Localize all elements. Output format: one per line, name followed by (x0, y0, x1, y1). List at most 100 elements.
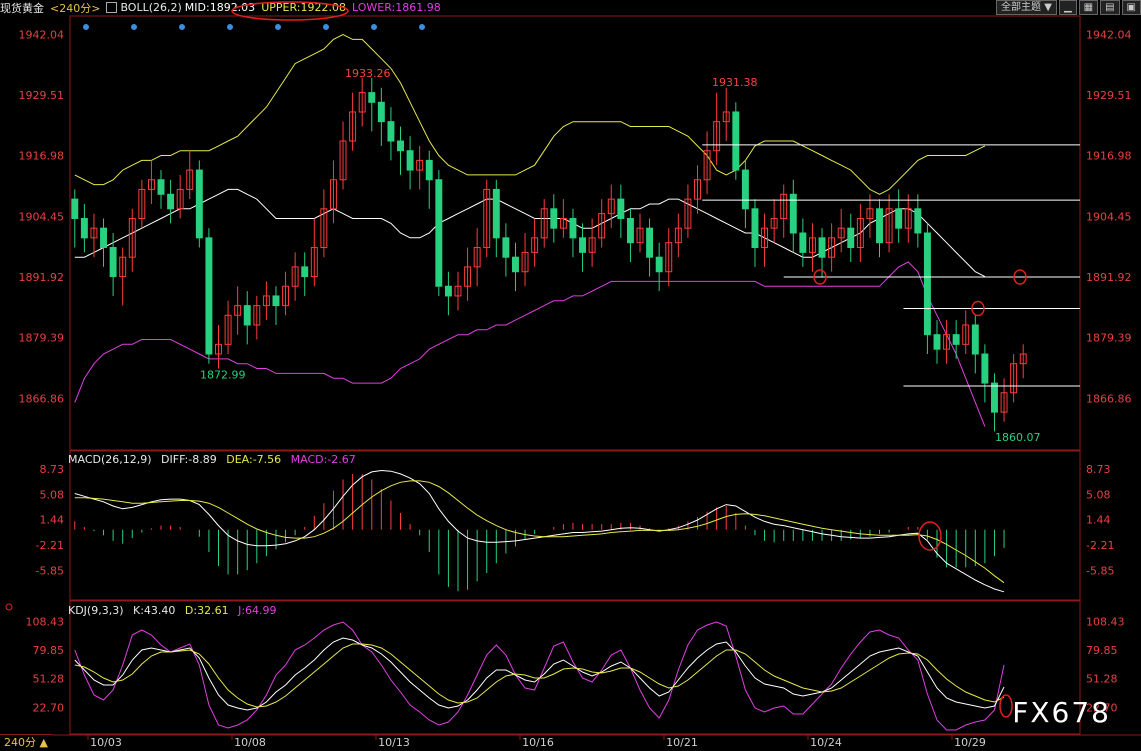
kdj-y-tick-right: 108.43 (1086, 616, 1125, 629)
candle-body (406, 150, 414, 171)
macd-dea-value: DEA:-7.56 (226, 453, 282, 466)
candle-body (195, 169, 203, 239)
price-y-tick-right: 1891.92 (1086, 271, 1132, 284)
period-tab[interactable]: 240分 ▲ (0, 734, 52, 751)
macd-y-tick-right: 5.08 (1086, 488, 1111, 501)
macd-header: MACD(26,12,9) DIFF:-8.89 DEA:-7.56 MACD:… (68, 453, 362, 466)
kdj-cross-mark (999, 694, 1013, 718)
kdj-title: KDJ(9,3,3) (68, 604, 124, 617)
candle-body (492, 188, 500, 239)
candle-body (617, 198, 625, 219)
kdj-y-tick-right: 79.85 (1086, 644, 1118, 657)
candle-body (205, 237, 213, 355)
period-tab-label: 240分 (4, 736, 36, 749)
macd-diff-line (74, 469, 1005, 593)
candle-body (167, 193, 175, 210)
event-dot-icon (131, 24, 137, 30)
kdj-y-tick-left: 51.28 (33, 673, 65, 686)
candle-body (818, 237, 826, 258)
kdj-k-line (74, 637, 1005, 711)
macd-y-tick-left: 8.73 (40, 463, 65, 476)
price-y-tick-left: 1916.98 (19, 150, 65, 163)
price-y-tick-right: 1866.86 (1086, 392, 1132, 405)
candle-body (579, 237, 586, 253)
candle-body (799, 232, 807, 253)
price-y-tick-left: 1866.86 (19, 392, 65, 405)
price-y-tick-right: 1942.04 (1086, 28, 1132, 41)
event-dot-icon (227, 24, 233, 30)
x-tick-label: 10/08 (234, 736, 266, 749)
price-annotation: 1933.26 (345, 67, 391, 80)
x-tick-label: 10/16 (522, 736, 554, 749)
kdj-y-tick-left: 79.85 (33, 644, 65, 657)
event-dot-icon (323, 24, 329, 30)
price-y-tick-left: 1904.45 (19, 210, 65, 223)
candle-body (71, 198, 79, 219)
candle-body (732, 111, 740, 171)
candle-body (377, 101, 385, 123)
price-y-tick-right: 1929.51 (1086, 89, 1132, 102)
candle-body (512, 256, 519, 273)
kdj-j-value: J:64.99 (238, 604, 277, 617)
price-y-tick-right: 1916.98 (1086, 150, 1132, 163)
event-dot-icon (83, 24, 89, 30)
candle-body (741, 169, 749, 210)
macd-y-tick-right: -2.21 (1086, 539, 1114, 552)
kdj-k-value: K:43.40 (133, 604, 176, 617)
x-tick-label: 10/24 (810, 736, 842, 749)
candle-body (243, 305, 251, 326)
kdj-d-value: D:32.61 (184, 604, 229, 617)
candle-body (435, 179, 443, 287)
macd-panel-frame (69, 450, 1081, 601)
candle-body (655, 256, 663, 273)
kdj-j-line (74, 621, 1005, 731)
candle-body (100, 227, 107, 249)
price-annotation: 1872.99 (200, 369, 246, 382)
candle-body (444, 285, 452, 297)
candle-body (876, 208, 883, 244)
price-annotation: 1860.07 (995, 431, 1041, 444)
price-y-tick-left: 1929.51 (19, 89, 65, 102)
price-y-tick-left: 1942.04 (19, 28, 65, 41)
candle-body (991, 382, 998, 413)
price-y-tick-right: 1879.39 (1086, 332, 1132, 345)
candle-body (751, 208, 759, 249)
macd-y-tick-left: -5.85 (36, 565, 64, 578)
candle-body (952, 334, 960, 345)
price-y-tick-left: 1879.39 (19, 332, 65, 345)
candle-body (301, 266, 309, 278)
macd-diff-value: DIFF:-8.89 (161, 453, 217, 466)
candle-body (626, 217, 634, 244)
candle-body (425, 159, 433, 181)
candle-body (981, 353, 989, 384)
event-dot-icon (275, 24, 281, 30)
macd-y-tick-left: -2.21 (36, 539, 64, 552)
candle-body (502, 237, 510, 258)
watermark: FX678 (1012, 696, 1111, 729)
macd-y-tick-right: -5.85 (1086, 565, 1114, 578)
candle-body (550, 208, 558, 229)
triangle-up-icon: ▲ (39, 736, 48, 749)
macd-y-tick-right: 8.73 (1086, 463, 1111, 476)
macd-title: MACD(26,12,9) (68, 453, 152, 466)
candle-body (569, 217, 577, 239)
price-y-tick-left: 1891.92 (19, 271, 65, 284)
candle-body (895, 208, 903, 229)
x-tick-label: 10/29 (954, 736, 986, 749)
price-chart[interactable]: 1942.04 1942.04 1929.51 1929.51 1916.98 1916.… (0, 0, 1141, 751)
kdj-y-tick-left: 22.70 (33, 701, 65, 714)
candle-body (109, 247, 117, 278)
event-dot-icon (419, 24, 425, 30)
x-tick-label: 10/03 (90, 736, 122, 749)
candle-body (157, 179, 165, 195)
kdj-y-tick-right: 51.28 (1086, 673, 1118, 686)
x-tick-label: 10/13 (378, 736, 410, 749)
candle-body (923, 232, 931, 336)
candle-body (847, 227, 855, 249)
candle-body (80, 217, 88, 239)
macd-y-tick-left: 5.08 (40, 488, 65, 501)
candle-body (933, 334, 941, 350)
candle-body (272, 295, 280, 307)
candle-body (914, 208, 922, 234)
candle-body (368, 92, 376, 103)
